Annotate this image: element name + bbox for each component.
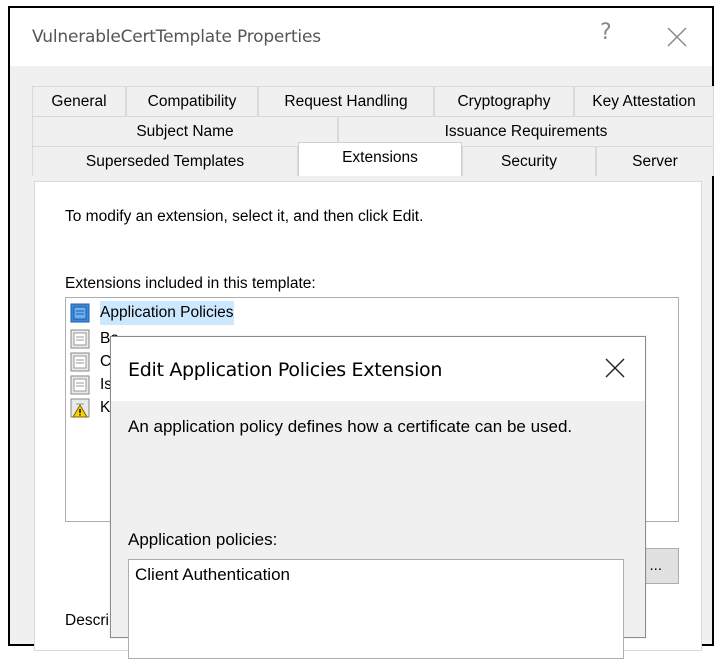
application-policies-label: Application policies: bbox=[128, 530, 278, 549]
tab-extensions[interactable]: Extensions bbox=[298, 142, 462, 176]
extension-label: Application Policies bbox=[100, 301, 234, 325]
tab-request-handling[interactable]: Request Handling bbox=[258, 86, 434, 116]
extension-icon bbox=[70, 329, 90, 349]
modal-description: An application policy defines how a cert… bbox=[128, 417, 573, 436]
tab-superseded-templates[interactable]: Superseded Templates bbox=[32, 146, 298, 176]
tab-general[interactable]: General bbox=[32, 86, 126, 116]
extension-icon bbox=[70, 375, 90, 395]
window-title: VulnerableCertTemplate Properties bbox=[32, 27, 321, 47]
instruction-text: To modify an extension, select it, and t… bbox=[65, 208, 424, 225]
application-policies-list[interactable]: Client Authentication bbox=[128, 559, 624, 659]
tab-cryptography[interactable]: Cryptography bbox=[434, 86, 574, 116]
close-icon[interactable] bbox=[666, 26, 688, 48]
extension-icon bbox=[70, 352, 90, 372]
tab-strip: General Compatibility Request Handling C… bbox=[10, 66, 714, 185]
extension-icon bbox=[70, 303, 90, 323]
edit-application-policies-dialog: Edit Application Policies Extension An a… bbox=[110, 336, 646, 659]
modal-title: Edit Application Policies Extension bbox=[128, 359, 443, 381]
extensions-list-label: Extensions included in this template: bbox=[65, 275, 316, 292]
extension-warning-icon bbox=[70, 398, 90, 418]
modal-title-bar: Edit Application Policies Extension bbox=[111, 337, 645, 401]
tab-subject-name[interactable]: Subject Name bbox=[32, 116, 338, 146]
tab-security[interactable]: Security bbox=[462, 146, 596, 176]
tab-compatibility[interactable]: Compatibility bbox=[126, 86, 258, 116]
tab-key-attestation[interactable]: Key Attestation bbox=[574, 86, 714, 116]
list-item[interactable]: Client Authentication bbox=[135, 565, 290, 585]
help-button[interactable]: ? bbox=[600, 20, 612, 45]
close-icon[interactable] bbox=[604, 357, 626, 379]
title-bar: VulnerableCertTemplate Properties ? bbox=[10, 8, 712, 66]
tab-server[interactable]: Server bbox=[596, 146, 714, 176]
description-label: Descri bbox=[65, 612, 109, 629]
